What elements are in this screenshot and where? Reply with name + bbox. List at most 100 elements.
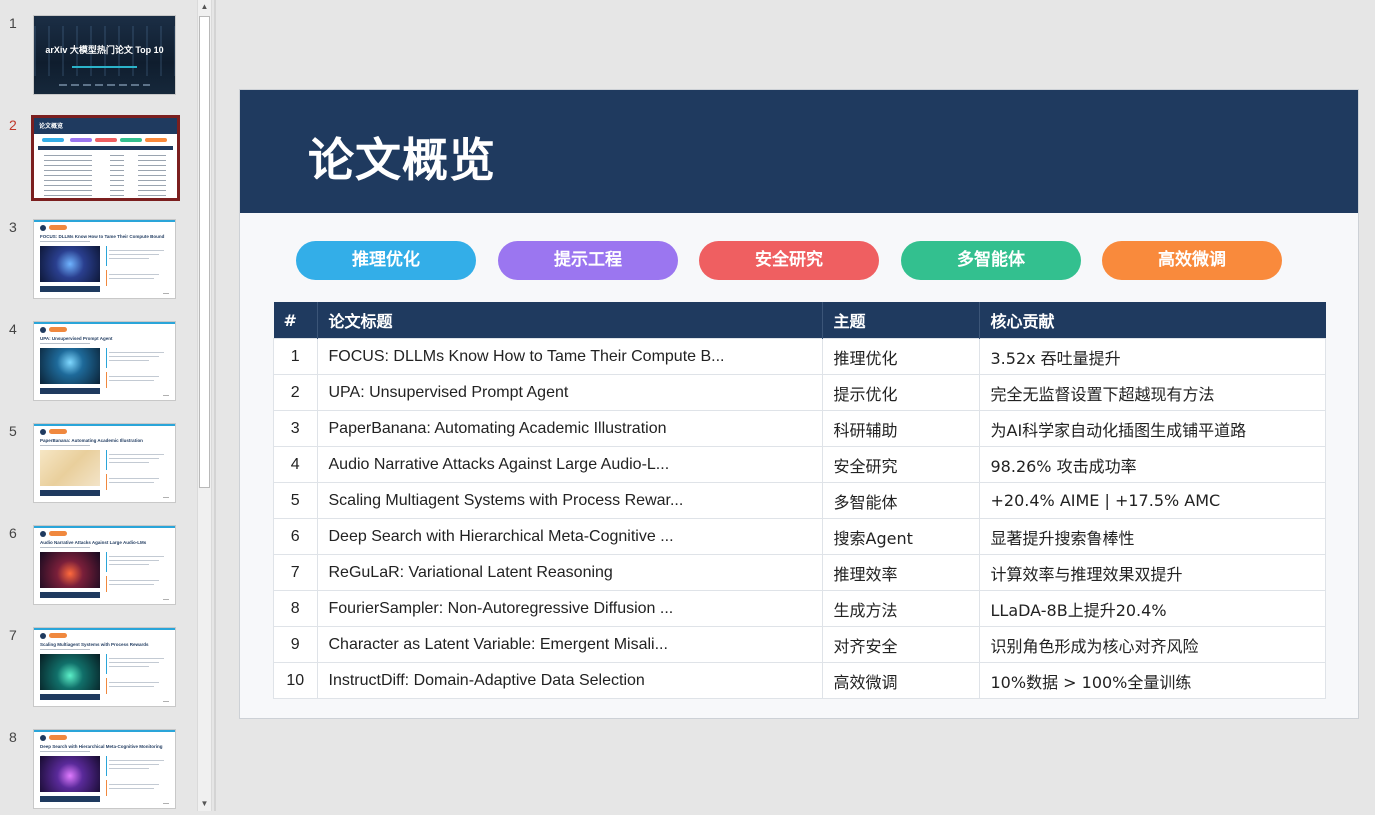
thumbnail-meta <box>40 751 90 752</box>
cell-title[interactable]: FourierSampler: Non-Autoregressive Diffu… <box>316 590 823 627</box>
slide-thumbnail[interactable]: arXiv 大模型热门论文 Top 10 <box>33 15 176 95</box>
cell-contribution[interactable]: 计算效率与推理效果双提升 <box>978 554 1326 591</box>
slide-number: 8 <box>9 729 17 745</box>
thumbnail-caption <box>40 388 100 394</box>
cell-topic[interactable]: 生成方法 <box>821 590 980 627</box>
cell-contribution[interactable]: LLaDA-8B上提升20.4% <box>978 590 1326 627</box>
topic-pill-prompt[interactable]: 提示工程 <box>498 241 678 280</box>
cell-topic[interactable]: 提示优化 <box>821 374 980 411</box>
cell-topic[interactable]: 高效微调 <box>821 662 980 699</box>
paper-overview-table[interactable]: # 论文标题 主题 核心贡献 1 FOCUS: DLLMs Know How to… <box>273 302 1326 699</box>
cell-contribution[interactable]: 为AI科学家自动化插图生成铺平道路 <box>978 410 1326 447</box>
thumbnail-number-dot <box>40 327 46 333</box>
cell-title[interactable]: Audio Narrative Attacks Against Large Au… <box>316 446 823 483</box>
table-row[interactable]: 4 Audio Narrative Attacks Against Large A… <box>273 446 1326 483</box>
thumbnail-number-dot <box>40 735 46 741</box>
table-row[interactable]: 3 PaperBanana: Automating Academic Illust… <box>273 410 1326 447</box>
topic-pill-safety[interactable]: 安全研究 <box>699 241 879 280</box>
cell-title[interactable]: PaperBanana: Automating Academic Illustr… <box>316 410 823 447</box>
thumbnail-row-5[interactable]: 5 PaperBanana: Automating Academic Illus… <box>0 423 197 509</box>
column-header-title: 论文标题 <box>317 302 823 339</box>
slide-canvas[interactable]: 论文概览 推理优化 提示工程 安全研究 多智能体 高效微调 # 论文标题 主题 … <box>239 89 1359 719</box>
thumbnail-title: Scaling Multiagent Systems with Process … <box>40 642 149 647</box>
cell-contribution[interactable]: 98.26% 攻击成功率 <box>978 446 1326 483</box>
thumbnail-text-line <box>138 155 166 156</box>
cell-topic[interactable]: 多智能体 <box>821 482 980 519</box>
scrollbar-thumb[interactable] <box>199 16 210 488</box>
triangle-up-icon[interactable]: ▲ <box>198 0 211 14</box>
cell-number[interactable]: 2 <box>273 374 318 411</box>
column-header-number: # <box>273 302 318 339</box>
thumbnail-row-4[interactable]: 4 UPA: Unsupervised Prompt Agent <box>0 321 197 407</box>
table-row[interactable]: 9 Character as Latent Variable: Emergent … <box>273 626 1326 663</box>
cell-topic[interactable]: 推理效率 <box>821 554 980 591</box>
cell-contribution[interactable]: 3.52x 吞吐量提升 <box>978 338 1326 375</box>
table-row[interactable]: 8 FourierSampler: Non-Autoregressive Diff… <box>273 590 1326 627</box>
thumbnail-text-line <box>138 195 166 196</box>
cell-number[interactable]: 8 <box>273 590 318 627</box>
thumbnail-side-bar <box>106 270 107 286</box>
slide-thumbnail[interactable]: Deep Search with Hierarchical Meta-Cogni… <box>33 729 176 809</box>
slide-thumbnail[interactable]: Scaling Multiagent Systems with Process … <box>33 627 176 707</box>
thumbnail-row-2[interactable]: 2 论文概览 <box>0 115 197 203</box>
table-row[interactable]: 5 Scaling Multiagent Systems with Process… <box>273 482 1326 519</box>
table-row[interactable]: 10 InstructDiff: Domain-Adaptive Data Sel… <box>273 662 1326 699</box>
table-row[interactable]: 2 UPA: Unsupervised Prompt Agent 提示优化 完全无监督… <box>273 374 1326 411</box>
cell-contribution[interactable]: 10%数据 > 100%全量训练 <box>978 662 1326 699</box>
thumbnail-row-3[interactable]: 3 FOCUS: DLLMs Know How to Tame Their Co… <box>0 219 197 305</box>
cell-title[interactable]: FOCUS: DLLMs Know How to Tame Their Comp… <box>316 338 823 375</box>
slide-thumbnail-pane: 1 arXiv 大模型热门论文 Top 10 2 论文概览 3 FOCUS: D… <box>0 0 197 811</box>
cell-title[interactable]: Scaling Multiagent Systems with Process … <box>316 482 823 519</box>
thumbnail-text-line <box>109 360 149 361</box>
cell-number[interactable]: 9 <box>273 626 318 663</box>
slide-thumbnail[interactable]: FOCUS: DLLMs Know How to Tame Their Comp… <box>33 219 176 299</box>
cell-contribution[interactable]: 显著提升搜索鲁棒性 <box>978 518 1326 555</box>
topic-pill-multiagent[interactable]: 多智能体 <box>901 241 1081 280</box>
thumbnail-row-6[interactable]: 6 Audio Narrative Attacks Against Large … <box>0 525 197 611</box>
pane-splitter[interactable] <box>214 0 216 811</box>
cell-number[interactable]: 3 <box>273 410 318 447</box>
slide-thumbnail[interactable]: UPA: Unsupervised Prompt Agent <box>33 321 176 401</box>
thumbnail-row-1[interactable]: 1 arXiv 大模型热门论文 Top 10 <box>0 15 197 101</box>
thumbnail-tag <box>49 225 67 230</box>
cell-contribution[interactable]: 完全无监督设置下超越现有方法 <box>978 374 1326 411</box>
topic-pill-reasoning[interactable]: 推理优化 <box>296 241 476 280</box>
thumbnail-title: Deep Search with Hierarchical Meta-Cogni… <box>40 744 163 749</box>
table-row[interactable]: 7 ReGuLaR: Variational Latent Reasoning 推理… <box>273 554 1326 591</box>
thumbnail-text-line <box>109 658 164 659</box>
thumbnail-row-8[interactable]: 8 Deep Search with Hierarchical Meta-Cog… <box>0 729 197 815</box>
cell-number[interactable]: 6 <box>273 518 318 555</box>
cell-contribution[interactable]: 识别角色形成为核心对齐风险 <box>978 626 1326 663</box>
cell-title[interactable]: UPA: Unsupervised Prompt Agent <box>316 374 823 411</box>
thumbnail-side-bar <box>106 654 107 674</box>
cell-number[interactable]: 1 <box>273 338 318 375</box>
thumbnail-row-7[interactable]: 7 Scaling Multiagent Systems with Proces… <box>0 627 197 713</box>
cell-contribution[interactable]: +20.4% AIME | +17.5% AMC <box>978 482 1326 519</box>
thumbnail-scrollbar[interactable]: ▲ ▼ <box>197 0 212 811</box>
thumbnail-text-line <box>109 478 159 479</box>
cell-topic[interactable]: 科研辅助 <box>821 410 980 447</box>
cell-number[interactable]: 5 <box>273 482 318 519</box>
table-row[interactable]: 1 FOCUS: DLLMs Know How to Tame Their Com… <box>273 338 1326 375</box>
table-row[interactable]: 6 Deep Search with Hierarchical Meta-Cogn… <box>273 518 1326 555</box>
cell-title[interactable]: Character as Latent Variable: Emergent M… <box>316 626 823 663</box>
cell-topic[interactable]: 对齐安全 <box>821 626 980 663</box>
cell-topic[interactable]: 安全研究 <box>821 446 980 483</box>
topic-pill-finetune[interactable]: 高效微调 <box>1102 241 1282 280</box>
thumbnail-pill <box>120 138 142 142</box>
cell-title[interactable]: InstructDiff: Domain-Adaptive Data Selec… <box>316 662 823 699</box>
triangle-down-icon[interactable]: ▼ <box>198 797 211 811</box>
slide-title[interactable]: 论文概览 <box>308 124 496 190</box>
thumbnail-tag <box>49 633 67 638</box>
cell-number[interactable]: 10 <box>273 662 318 699</box>
slide-thumbnail-selected[interactable]: 论文概览 <box>31 115 180 201</box>
cell-topic[interactable]: 搜索Agent <box>821 518 980 555</box>
cell-number[interactable]: 7 <box>273 554 318 591</box>
slide-thumbnail[interactable]: Audio Narrative Attacks Against Large Au… <box>33 525 176 605</box>
slide-number: 5 <box>9 423 17 439</box>
cell-title[interactable]: ReGuLaR: Variational Latent Reasoning <box>316 554 823 591</box>
cell-title[interactable]: Deep Search with Hierarchical Meta-Cogni… <box>316 518 823 555</box>
cell-topic[interactable]: 推理优化 <box>821 338 980 375</box>
cell-number[interactable]: 4 <box>273 446 318 483</box>
slide-thumbnail[interactable]: PaperBanana: Automating Academic Illustr… <box>33 423 176 503</box>
